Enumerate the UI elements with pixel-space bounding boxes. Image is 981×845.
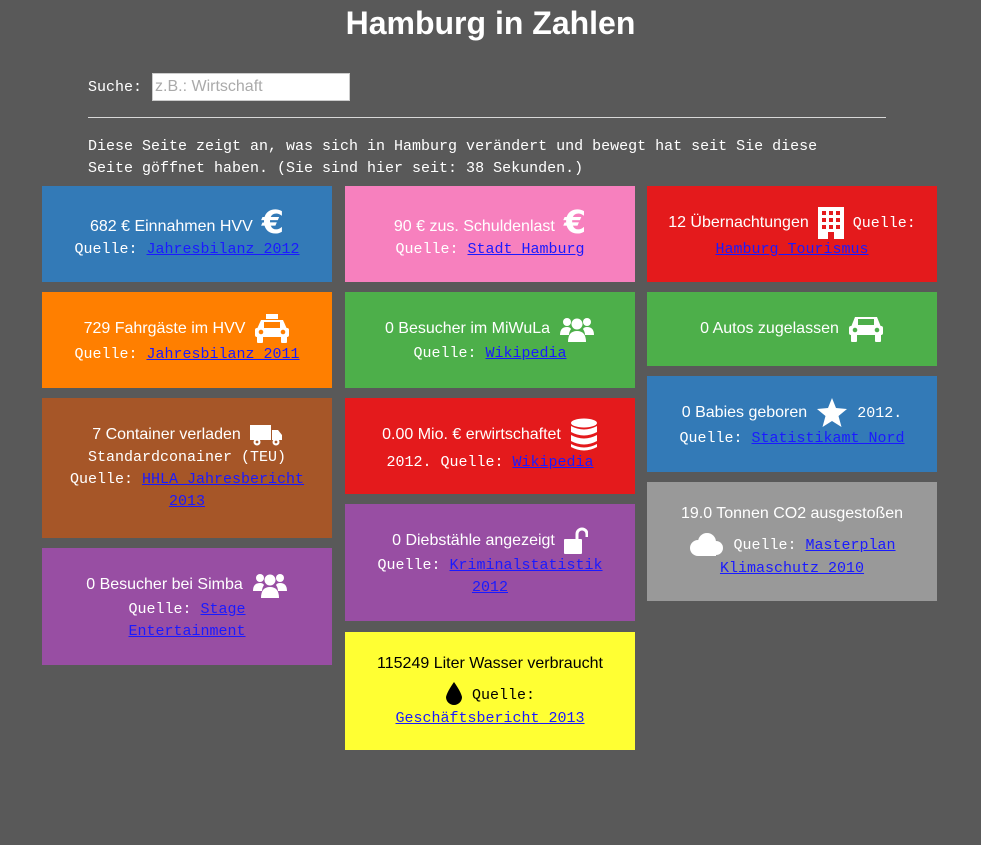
- source-link[interactable]: Geschäftsbericht 2013: [395, 710, 584, 727]
- source-link-cont[interactable]: Klimaschutz 2010: [720, 560, 864, 577]
- tile-text: 0.00 Mio. € erwirtschaftet: [382, 425, 561, 443]
- users-icon: [252, 571, 288, 599]
- tile-text: 729 Fahrgäste im HVV: [83, 319, 246, 337]
- database-icon: [570, 418, 598, 452]
- tile-hvv-income: 682 € Einnahmen HVV € Quelle: Jahresbila…: [42, 186, 332, 282]
- source-label: Quelle:: [440, 454, 504, 471]
- truck-icon: [249, 423, 282, 447]
- car-icon: [848, 315, 884, 343]
- tile-text: 0 Diebstähle angezeigt: [392, 531, 555, 549]
- source-link-cont[interactable]: 2012: [472, 579, 508, 596]
- source-label: Quelle:: [472, 686, 536, 704]
- intro-line-1: Diese Seite zeigt an, was sich in Hambur…: [88, 138, 818, 155]
- intro-text: Diese Seite zeigt an, was sich in Hambur…: [88, 136, 888, 180]
- source-link[interactable]: Hamburg Tourismus: [715, 241, 868, 258]
- tile-water: 115249 Liter Wasser verbraucht Quelle: G…: [345, 632, 635, 750]
- source-link[interactable]: Kriminalstatistik: [450, 557, 603, 574]
- tile-text: 12 Übernachtungen: [668, 213, 809, 231]
- search-input[interactable]: [152, 73, 351, 101]
- source-label: Quelle:: [679, 430, 743, 447]
- search-bar: Suche:: [88, 72, 351, 102]
- source-link-cont[interactable]: Entertainment: [128, 623, 245, 640]
- search-label: Suche:: [88, 78, 143, 96]
- source-link-cont[interactable]: 2013: [169, 493, 205, 510]
- tile-year: 2012.: [857, 404, 903, 422]
- tint-icon: [445, 681, 463, 708]
- source-link[interactable]: Masterplan: [806, 537, 896, 554]
- tile-text: 0 Besucher bei Simba: [86, 575, 243, 593]
- source-label: Quelle:: [377, 556, 441, 574]
- cloud-icon: [688, 532, 724, 558]
- tile-container: 7 Container verladen Standardconainer (T…: [42, 398, 332, 538]
- euro-icon: €: [563, 203, 587, 241]
- tile-text: 0 Autos zugelassen: [700, 319, 839, 337]
- source-label: Quelle:: [74, 241, 138, 258]
- source-link[interactable]: Wikipedia: [486, 345, 567, 362]
- source-label: Quelle:: [74, 346, 138, 363]
- source-label: Quelle:: [128, 600, 192, 618]
- source-link[interactable]: Wikipedia: [513, 454, 594, 471]
- tile-cars: 0 Autos zugelassen: [647, 292, 937, 366]
- tile-text: 682 € Einnahmen HVV: [89, 218, 253, 235]
- tile-miwula: 0 Besucher im MiWuLa Quelle: Wikipedia: [345, 292, 635, 388]
- tile-text: 19.0 Tonnen CO2 ausgestoßen: [680, 505, 904, 522]
- tile-unit: Standardconainer (TEU): [87, 449, 287, 466]
- unlock-icon: [563, 527, 588, 555]
- tile-year: 2012.: [386, 454, 432, 471]
- tile-simba: 0 Besucher bei Simba Quelle: Stage Enter…: [42, 548, 332, 665]
- source-label: Quelle:: [395, 241, 459, 258]
- divider: [88, 117, 886, 118]
- tile-debt: 90 € zus. Schuldenlast € Quelle: Stadt H…: [345, 186, 635, 282]
- source-label: Quelle:: [69, 471, 133, 488]
- source-label: Quelle:: [733, 536, 797, 554]
- source-label: Quelle:: [852, 214, 916, 232]
- taxi-icon: [254, 314, 290, 344]
- source-link[interactable]: Jahresbilanz 2012: [147, 241, 300, 258]
- source-link[interactable]: Stadt Hamburg: [468, 241, 585, 258]
- tile-co2: 19.0 Tonnen CO2 ausgestoßen Quelle: Mast…: [647, 482, 937, 601]
- tile-text: 0 Besucher im MiWuLa: [384, 319, 551, 337]
- source-link[interactable]: HHLA Jahresbericht: [142, 471, 304, 488]
- star-icon: [816, 398, 848, 428]
- tile-hvv-passengers: 729 Fahrgäste im HVV Quelle: Jahresbilan…: [42, 292, 332, 388]
- intro-line-2: Seite göffnet haben. (Sie sind hier seit…: [88, 160, 584, 177]
- building-icon: [817, 207, 844, 239]
- source-label: Quelle:: [413, 345, 477, 362]
- tile-text: 90 € zus. Schuldenlast: [393, 218, 555, 235]
- euro-icon: €: [261, 203, 285, 241]
- users-icon: [559, 315, 595, 343]
- tile-theft: 0 Diebstähle angezeigt Quelle: Kriminals…: [345, 504, 635, 621]
- source-link[interactable]: Jahresbilanz 2011: [147, 346, 300, 363]
- tile-overnight: 12 Übernachtungen Quelle: Hamburg Touris…: [647, 186, 937, 282]
- tile-text: 7 Container verladen: [92, 425, 241, 443]
- page-title: Hamburg in Zahlen: [345, 5, 636, 41]
- tile-babies: 0 Babies geboren 2012. Quelle: Statistik…: [647, 376, 937, 472]
- tile-revenue: 0.00 Mio. € erwirtschaftet 2012. Quelle:…: [345, 398, 635, 494]
- source-link[interactable]: Statistikamt Nord: [752, 430, 905, 447]
- source-link[interactable]: Stage: [201, 601, 246, 618]
- tile-text: 115249 Liter Wasser verbraucht: [377, 654, 603, 672]
- tile-text: 0 Babies geboren: [681, 403, 808, 421]
